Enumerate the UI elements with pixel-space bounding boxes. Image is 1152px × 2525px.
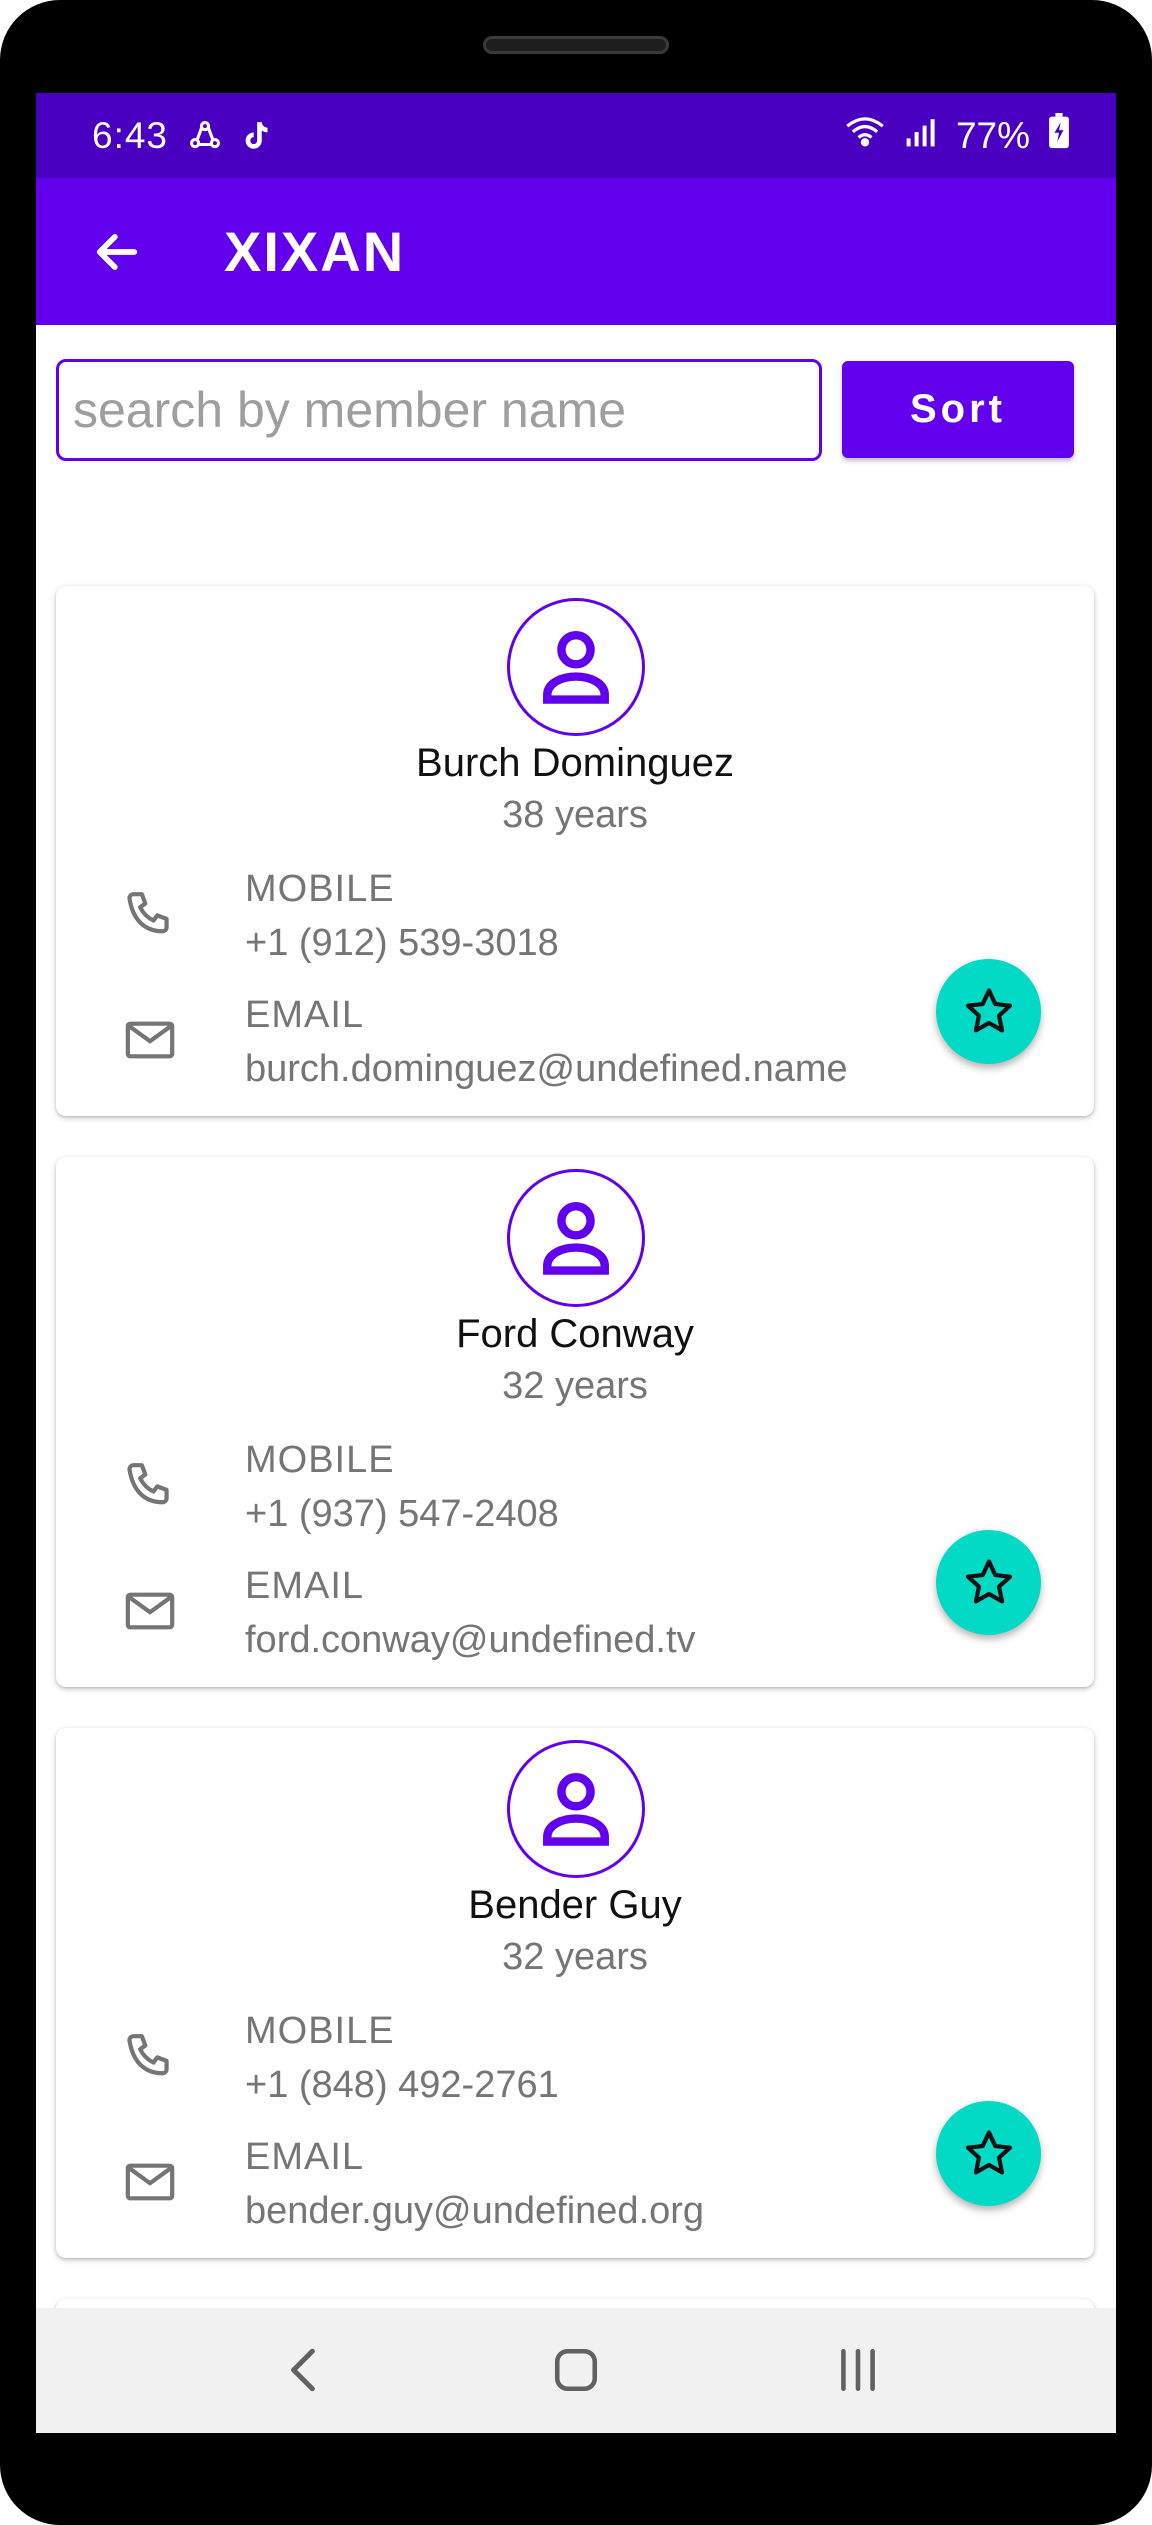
email-address[interactable]: burch.dominguez@undefined.name — [245, 1048, 848, 1091]
app-screen: 6:43 77% XIXAN search by member name Sor… — [36, 93, 1116, 2433]
member-card[interactable]: Burch Dominguez 38 years MOBILE +1 (912)… — [56, 586, 1094, 1116]
mobile-number[interactable]: +1 (912) 539-3018 — [245, 922, 559, 965]
member-card[interactable]: Bender Guy 32 years MOBILE +1 (848) 492-… — [56, 1728, 1094, 2258]
person-icon — [543, 1201, 609, 1275]
tiktok-icon — [242, 121, 270, 151]
mobile-number[interactable]: +1 (937) 547-2408 — [245, 1493, 559, 1536]
favorite-button[interactable] — [936, 1530, 1041, 1635]
avatar — [507, 1740, 645, 1878]
email-label: EMAIL — [245, 2136, 365, 2178]
member-name: Bender Guy — [468, 1883, 682, 1927]
member-name: Ford Conway — [456, 1312, 694, 1356]
envelope-icon — [120, 1581, 180, 1641]
star-outline-icon — [965, 1558, 1012, 1604]
sort-button[interactable]: Sort — [842, 361, 1074, 458]
battery-charging-icon — [1048, 113, 1070, 158]
person-icon — [543, 1772, 609, 1846]
nav-back-button[interactable] — [274, 2340, 334, 2400]
member-name: Burch Dominguez — [416, 741, 734, 785]
mobile-label: MOBILE — [245, 868, 395, 910]
email-address[interactable]: bender.guy@undefined.org — [245, 2190, 704, 2233]
mobile-label: MOBILE — [245, 2010, 395, 2052]
email-address[interactable]: ford.conway@undefined.tv — [245, 1619, 696, 1662]
chevron-left-icon — [291, 2348, 315, 2392]
status-right-group: 77% — [844, 113, 1070, 158]
member-age: 32 years — [502, 1365, 648, 1407]
earpiece-speaker — [483, 36, 669, 54]
battery-percent: 77% — [955, 114, 1030, 156]
email-label: EMAIL — [245, 1565, 365, 1607]
phone-icon — [120, 884, 180, 944]
envelope-icon — [120, 1010, 180, 1070]
favorite-button[interactable] — [936, 959, 1041, 1064]
sync-icon — [188, 119, 222, 153]
avatar — [507, 598, 645, 736]
page-title: XIXAN — [224, 220, 406, 283]
mobile-label: MOBILE — [245, 1439, 395, 1481]
nav-home-button[interactable] — [546, 2340, 606, 2400]
home-square-icon — [554, 2348, 598, 2392]
phone-icon — [120, 1455, 180, 1515]
arrow-left-icon — [96, 233, 138, 270]
member-age: 38 years — [502, 794, 648, 836]
search-input[interactable] — [56, 359, 822, 461]
mobile-number[interactable]: +1 (848) 492-2761 — [245, 2064, 559, 2107]
nav-recents-button[interactable] — [828, 2340, 888, 2400]
favorite-button[interactable] — [936, 2101, 1041, 2206]
email-label: EMAIL — [245, 994, 365, 1036]
recents-icon — [841, 2348, 875, 2392]
member-card[interactable]: Ford Conway 32 years MOBILE +1 (937) 547… — [56, 1157, 1094, 1687]
system-nav-bar — [36, 2308, 1116, 2433]
signal-icon — [904, 115, 938, 157]
phone-icon — [120, 2026, 180, 2086]
status-time: 6:43 — [92, 114, 169, 156]
member-age: 32 years — [502, 1936, 648, 1978]
status-bar: 6:43 77% — [36, 93, 1116, 178]
app-bar: XIXAN — [36, 178, 1116, 325]
star-outline-icon — [965, 987, 1012, 1033]
envelope-icon — [120, 2152, 180, 2212]
wifi-icon — [844, 114, 886, 157]
back-button[interactable] — [82, 217, 152, 287]
person-icon — [543, 630, 609, 704]
star-outline-icon — [965, 2129, 1012, 2175]
avatar — [507, 1169, 645, 1307]
device-frame: 6:43 77% XIXAN search by member name Sor… — [0, 0, 1152, 2525]
